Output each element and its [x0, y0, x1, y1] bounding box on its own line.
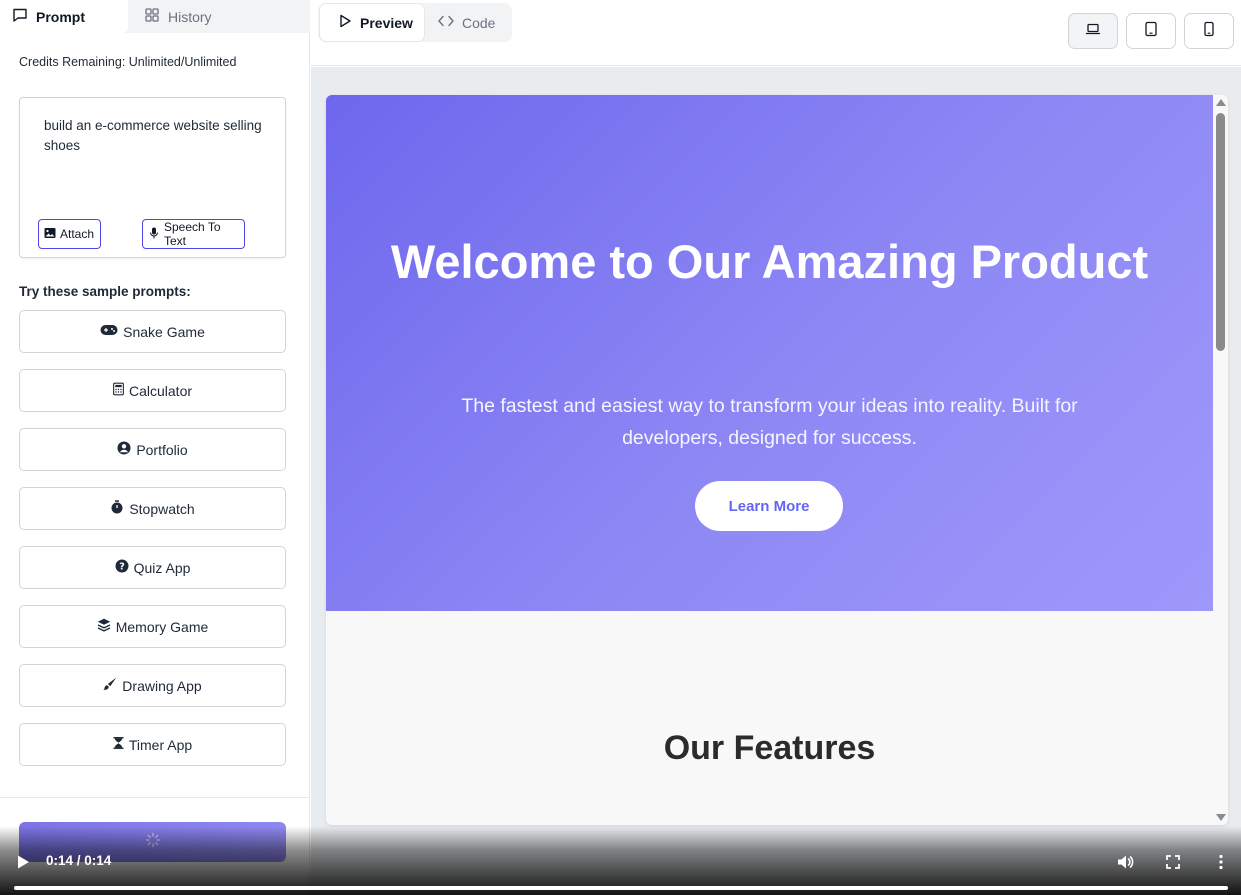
video-controls: 0:14 / 0:14: [0, 826, 1241, 895]
sample-label: Snake Game: [123, 323, 205, 340]
microphone-icon: [148, 227, 160, 242]
scroll-thumb[interactable]: [1216, 113, 1225, 351]
preview-label: Preview: [360, 14, 413, 31]
preview-area: Welcome to Our Amazing Product The faste…: [311, 67, 1241, 895]
sample-label: Drawing App: [122, 677, 202, 694]
laptop-view-button[interactable]: [1068, 13, 1118, 49]
sample-stopwatch-button[interactable]: Stopwatch: [19, 487, 286, 530]
tablet-view-button[interactable]: [1126, 13, 1176, 49]
tablet-icon: [1143, 21, 1159, 42]
phone-view-button[interactable]: [1184, 13, 1234, 49]
tab-prompt-label: Prompt: [36, 8, 85, 25]
speech-to-text-button[interactable]: Speech To Text: [142, 219, 245, 249]
hero-title: Welcome to Our Amazing Product: [390, 235, 1149, 288]
play-outline-icon: [338, 14, 352, 31]
preview-frame: Welcome to Our Amazing Product The faste…: [326, 95, 1228, 825]
prompt-box: build an e-commerce website selling shoe…: [19, 97, 286, 258]
sample-memory-game-button[interactable]: Memory Game: [19, 605, 286, 648]
phone-icon: [1201, 21, 1217, 42]
sample-calculator-button[interactable]: Calculator: [19, 369, 286, 412]
preview-tab[interactable]: Preview: [319, 3, 425, 42]
sidebar-tabs: Prompt History: [0, 0, 310, 33]
sample-label: Quiz App: [133, 559, 191, 576]
view-toggle: Preview Code: [318, 3, 512, 42]
fullscreen-icon[interactable]: [1164, 853, 1182, 871]
attach-button[interactable]: Attach: [38, 219, 101, 249]
sample-label: Memory Game: [115, 618, 209, 635]
sample-snake-game-button[interactable]: Snake Game: [19, 310, 286, 353]
layers-icon: [97, 618, 111, 635]
tab-history[interactable]: History: [132, 0, 308, 33]
volume-icon[interactable]: [1116, 853, 1134, 871]
sample-timer-app-button[interactable]: Timer App: [19, 723, 286, 766]
toolbar: Preview Code: [311, 0, 1241, 66]
sample-portfolio-button[interactable]: Portfolio: [19, 428, 286, 471]
sample-quiz-app-button[interactable]: ? Quiz App: [19, 546, 286, 589]
hero-section: Welcome to Our Amazing Product The faste…: [326, 95, 1213, 611]
video-progress-bar[interactable]: [14, 886, 1228, 890]
laptop-icon: [1085, 21, 1101, 42]
question-circle-icon: ?: [115, 559, 129, 576]
samples-title: Try these sample prompts:: [19, 284, 191, 299]
image-icon: [44, 227, 56, 242]
sample-drawing-app-button[interactable]: Drawing App: [19, 664, 286, 707]
grid-icon: [144, 7, 160, 26]
gamepad-icon: [100, 323, 118, 340]
video-time: 0:14 / 0:14: [46, 853, 112, 868]
hero-subtitle-wrap: The fastest and easiest way to transform…: [326, 390, 1213, 454]
attach-label: Attach: [60, 227, 95, 241]
calculator-icon: [113, 382, 124, 399]
sample-label: Timer App: [128, 736, 193, 753]
sidebar: Prompt History Credits Remaining: Unlimi…: [0, 0, 310, 895]
learn-more-button[interactable]: Learn More: [695, 481, 843, 531]
chat-icon: [12, 7, 28, 26]
speech-label: Speech To Text: [164, 220, 221, 248]
code-tab[interactable]: Code: [438, 3, 512, 42]
code-label: Code: [462, 14, 496, 31]
scroll-down-arrow-icon[interactable]: [1216, 814, 1226, 821]
more-options-icon[interactable]: [1212, 853, 1230, 871]
user-circle-icon: [117, 441, 131, 458]
features-section: Our Features: [326, 611, 1213, 825]
sidebar-divider: [0, 797, 310, 798]
preview-scrollbar[interactable]: [1213, 95, 1228, 825]
scroll-up-arrow-icon[interactable]: [1216, 99, 1226, 106]
features-title: Our Features: [663, 729, 876, 767]
hero-subtitle: The fastest and easiest way to transform…: [461, 395, 1078, 449]
tab-prompt[interactable]: Prompt: [0, 0, 128, 33]
credits-remaining: Credits Remaining: Unlimited/Unlimited: [19, 55, 237, 69]
hourglass-icon: [113, 736, 124, 753]
sample-label: Portfolio: [136, 441, 188, 458]
svg-text:?: ?: [119, 562, 125, 573]
tab-history-label: History: [168, 8, 212, 25]
sample-label: Calculator: [128, 382, 193, 399]
prompt-input[interactable]: build an e-commerce website selling shoe…: [44, 116, 264, 156]
play-icon[interactable]: [16, 854, 30, 870]
stopwatch-icon: [110, 500, 124, 517]
sample-label: Stopwatch: [129, 500, 195, 517]
paintbrush-icon: [103, 677, 117, 694]
code-icon: [438, 14, 454, 31]
